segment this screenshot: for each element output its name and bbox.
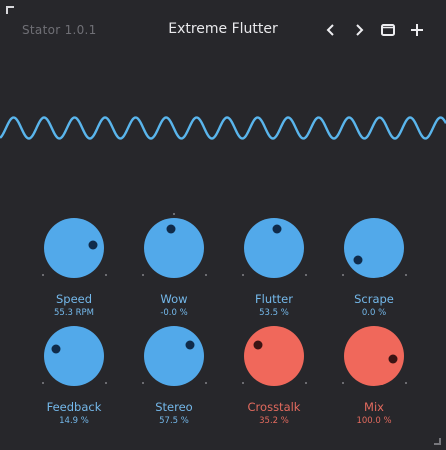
mix-value: 100.0 % xyxy=(356,416,392,426)
knob-scale-tick xyxy=(205,274,207,276)
knob-scale-tick xyxy=(242,382,244,384)
knob-scale-tick xyxy=(105,382,107,384)
stereo-label: Stereo xyxy=(155,400,193,414)
feedback-value: 14.9 % xyxy=(59,416,89,426)
new-preset-button[interactable] xyxy=(407,20,427,40)
knob-crosstalk: Crosstalk 35.2 % xyxy=(224,326,324,426)
knob-scale-tick xyxy=(242,274,244,276)
chevron-left-icon xyxy=(326,24,334,36)
scrape-value: 0.0 % xyxy=(361,308,387,318)
knob-scale-tick xyxy=(305,382,307,384)
plus-icon xyxy=(411,24,423,36)
flutter-knob-indicator xyxy=(272,224,282,234)
wow-knob-indicator xyxy=(166,224,176,234)
knob-feedback: Feedback 14.9 % xyxy=(24,326,124,426)
mix-knob-indicator xyxy=(388,354,398,364)
stereo-knob[interactable] xyxy=(144,326,204,386)
crosstalk-knob[interactable] xyxy=(244,326,304,386)
crosstalk-label: Crosstalk xyxy=(247,400,301,414)
crosstalk-value: 35.2 % xyxy=(259,416,289,426)
knob-scale-tick xyxy=(342,382,344,384)
knob-mix: Mix 100.0 % xyxy=(324,326,424,426)
wow-knob[interactable] xyxy=(144,218,204,278)
knob-scrape: Scrape 0.0 % xyxy=(324,218,424,318)
scrape-knob[interactable] xyxy=(344,218,404,278)
preset-name[interactable]: Extreme Flutter xyxy=(150,21,296,37)
scrape-knob-indicator xyxy=(353,255,363,265)
knob-scale-tick xyxy=(405,382,407,384)
waveform-line xyxy=(0,116,446,140)
knob-wow: Wow -0.0 % xyxy=(124,213,224,318)
knob-scale-tick xyxy=(405,274,407,276)
knob-speed: Speed 55.3 RPM xyxy=(24,218,124,318)
feedback-knob-indicator xyxy=(51,344,61,354)
speed-knob[interactable] xyxy=(44,218,104,278)
chevron-right-icon xyxy=(356,24,364,36)
header-bar: Stator 1.0.1 Extreme Flutter xyxy=(0,16,446,46)
stereo-knob-indicator xyxy=(185,340,195,350)
stereo-value: 57.5 % xyxy=(159,416,189,426)
resize-handle[interactable] xyxy=(434,438,441,445)
knob-scale-tick xyxy=(205,382,207,384)
app-version-label: Stator 1.0.1 xyxy=(22,23,97,37)
feedback-knob[interactable] xyxy=(44,326,104,386)
flutter-value: 53.5 % xyxy=(259,308,289,318)
knob-scale-tick xyxy=(142,382,144,384)
knob-scale-tick xyxy=(42,382,44,384)
window-icon xyxy=(381,24,395,36)
crosstalk-knob-indicator xyxy=(253,340,263,350)
speed-knob-indicator xyxy=(88,240,98,250)
speed-label: Speed xyxy=(55,292,93,306)
preset-browser-button[interactable] xyxy=(378,20,398,40)
knob-flutter: Flutter 53.5 % xyxy=(224,218,324,318)
knob-scale-tick xyxy=(105,274,107,276)
wow-label: Wow xyxy=(160,292,188,306)
flutter-label: Flutter xyxy=(255,292,293,306)
knob-scale-tick xyxy=(42,274,44,276)
waveform-svg xyxy=(0,116,446,140)
mix-knob[interactable] xyxy=(344,326,404,386)
flutter-knob[interactable] xyxy=(244,218,304,278)
mix-label: Mix xyxy=(364,400,384,414)
knob-stereo: Stereo 57.5 % xyxy=(124,326,224,426)
knob-center-tick xyxy=(173,213,175,215)
corner-marker xyxy=(6,6,14,14)
knob-scale-tick xyxy=(305,274,307,276)
prev-preset-button[interactable] xyxy=(321,20,341,40)
scrape-label: Scrape xyxy=(354,292,394,306)
next-preset-button[interactable] xyxy=(349,20,369,40)
speed-value: 55.3 RPM xyxy=(54,308,94,318)
wow-value: -0.0 % xyxy=(160,308,188,318)
knob-scale-tick xyxy=(342,274,344,276)
knob-scale-tick xyxy=(142,274,144,276)
feedback-label: Feedback xyxy=(46,400,102,414)
waveform-display xyxy=(0,108,446,148)
